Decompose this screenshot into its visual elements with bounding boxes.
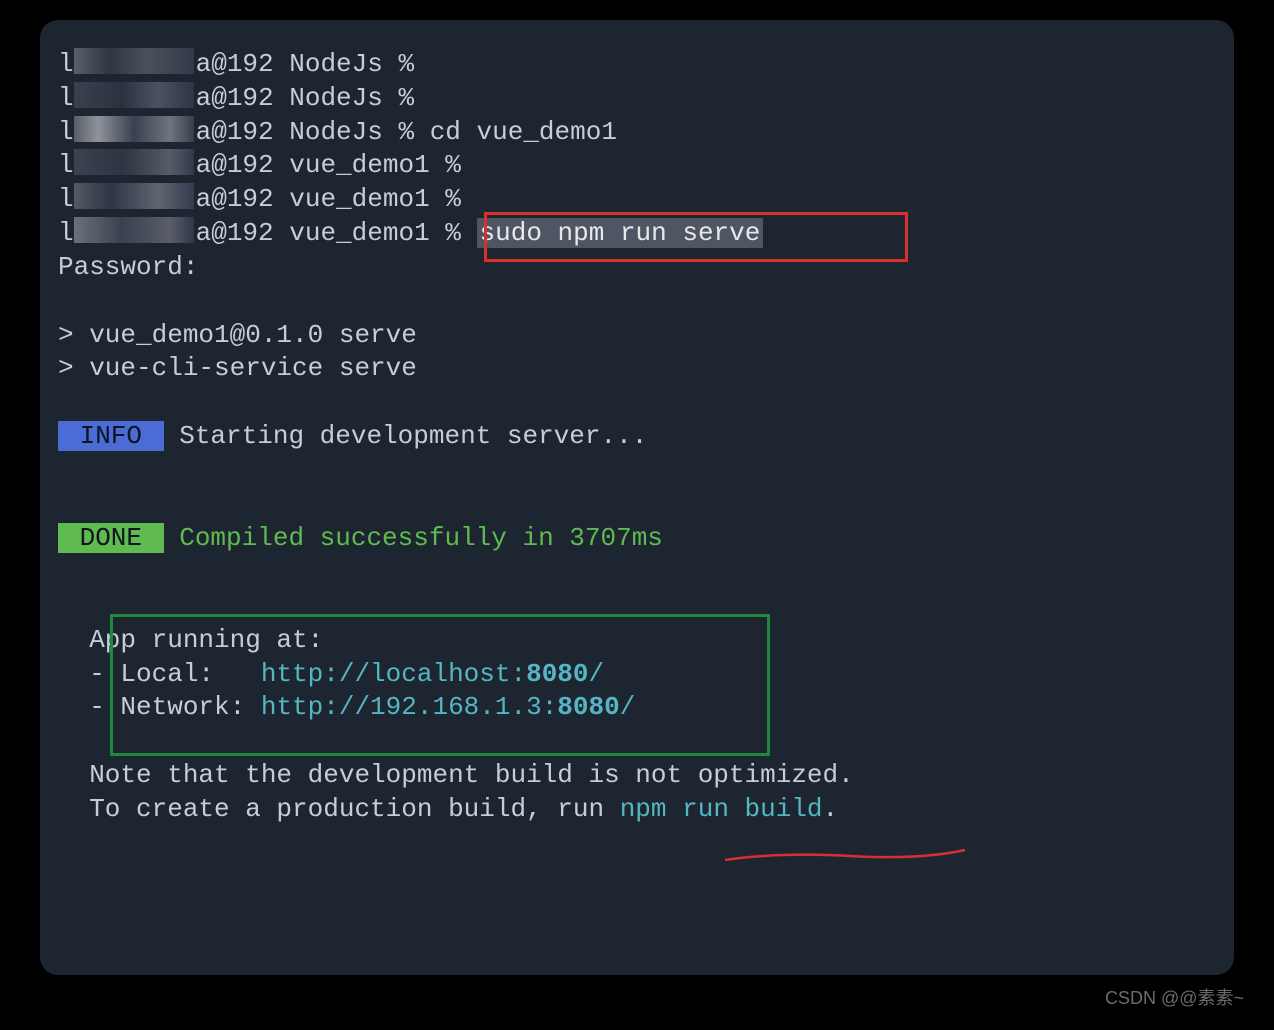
- note-line: Note that the development build is not o…: [58, 759, 1216, 793]
- app-running-local: - Local: http://localhost:8080/: [58, 658, 1216, 692]
- prompt-line: l a@192 vue_demo1 %: [58, 149, 1216, 183]
- redacted-username: [74, 217, 194, 243]
- prompt-user-prefix: l: [58, 183, 74, 217]
- blank-line: [58, 386, 1216, 420]
- prompt-user-prefix: l: [58, 217, 74, 251]
- npm-run-build-cmd: npm run build: [620, 794, 823, 824]
- prompt-line: l a@192 NodeJs % cd vue_demo1: [58, 116, 1216, 150]
- prompt-user-prefix: l: [58, 116, 74, 150]
- terminal-window[interactable]: l a@192 NodeJs % l a@192 NodeJs % l a@192 N…: [40, 20, 1234, 975]
- prompt-line: l a@192 NodeJs %: [58, 82, 1216, 116]
- prompt-host-dir: a@192 NodeJs %: [196, 82, 414, 116]
- npm-output-line: > vue-cli-service serve: [58, 352, 1216, 386]
- local-url[interactable]: http://localhost:8080/: [261, 659, 604, 689]
- redacted-username: [74, 116, 194, 142]
- redacted-username: [74, 82, 194, 108]
- prompt-host-dir: a@192 vue_demo1 %: [196, 183, 461, 217]
- info-badge: INFO: [58, 421, 164, 451]
- redacted-username: [74, 48, 194, 74]
- done-text: Compiled successfully in 3707ms: [164, 523, 663, 553]
- network-url[interactable]: http://192.168.1.3:8080/: [261, 692, 635, 722]
- blank-line: [58, 488, 1216, 522]
- prompt-host-dir: a@192 NodeJs % cd vue_demo1: [196, 116, 617, 150]
- prompt-line: l a@192 vue_demo1 %: [58, 183, 1216, 217]
- note-line: To create a production build, run npm ru…: [58, 793, 1216, 827]
- prompt-user-prefix: l: [58, 48, 74, 82]
- prompt-host-dir: a@192 vue_demo1 %: [196, 149, 461, 183]
- info-text: Starting development server...: [164, 421, 648, 451]
- password-prompt: Password:: [58, 251, 1216, 285]
- blank-line: [58, 454, 1216, 488]
- prompt-user-prefix: l: [58, 149, 74, 183]
- prompt-line: l a@192 vue_demo1 % sudo npm run serve: [58, 217, 1216, 251]
- blank-line: [58, 725, 1216, 759]
- npm-output-line: > vue_demo1@0.1.0 serve: [58, 319, 1216, 353]
- blank-line: [58, 590, 1216, 624]
- redacted-username: [74, 183, 194, 209]
- app-running-header: App running at:: [58, 624, 1216, 658]
- annotation-red-underline: [720, 840, 970, 870]
- prompt-host-dir: a@192 vue_demo1 % sudo npm run serve: [196, 217, 764, 251]
- done-line: DONE Compiled successfully in 3707ms: [58, 522, 1216, 556]
- prompt-user-prefix: l: [58, 82, 74, 116]
- info-line: INFO Starting development server...: [58, 420, 1216, 454]
- blank-line: [58, 556, 1216, 590]
- prompt-line: l a@192 NodeJs %: [58, 48, 1216, 82]
- prompt-host-dir: a@192 NodeJs %: [196, 48, 414, 82]
- redacted-username: [74, 149, 194, 175]
- done-badge: DONE: [58, 523, 164, 553]
- blank-line: [58, 285, 1216, 319]
- watermark: CSDN @@素素~: [1105, 984, 1244, 1010]
- app-running-network: - Network: http://192.168.1.3:8080/: [58, 691, 1216, 725]
- sudo-command: sudo npm run serve: [477, 218, 764, 248]
